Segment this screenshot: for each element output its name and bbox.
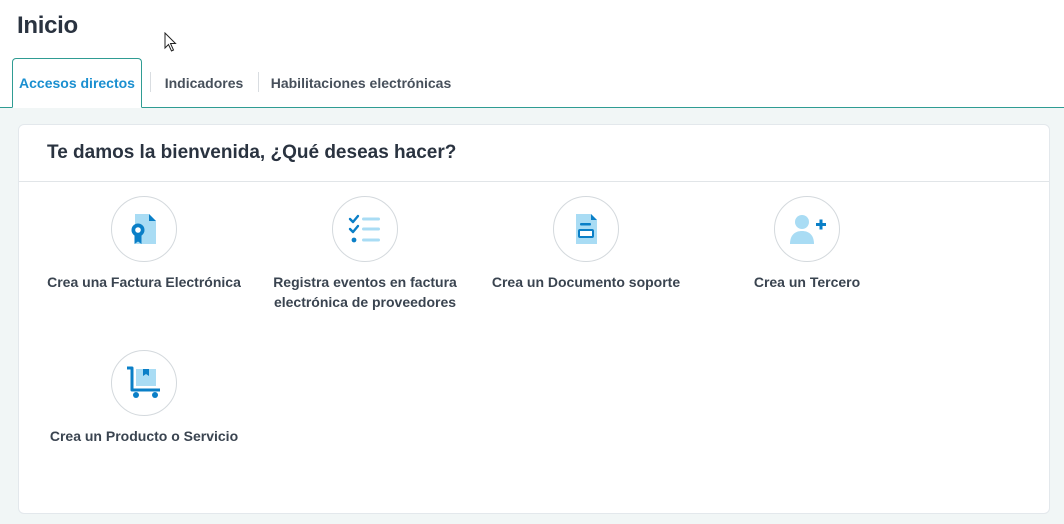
- card-header: Te damos la bienvenida, ¿Qué deseas hace…: [19, 125, 1049, 182]
- tab-label: Accesos directos: [19, 75, 135, 91]
- tab-indicadores[interactable]: Indicadores: [158, 58, 250, 108]
- add-user-icon: [790, 215, 826, 244]
- shortcut-icon-circle: [332, 196, 398, 262]
- shortcut-crea-factura-electronica[interactable]: Crea una Factura Electrónica: [44, 196, 244, 292]
- shortcut-icon-circle: [111, 196, 177, 262]
- shortcut-crea-tercero[interactable]: Crea un Tercero: [707, 196, 907, 292]
- shortcut-crea-producto-servicio[interactable]: Crea un Producto o Servicio: [44, 350, 244, 446]
- tab-divider: [258, 72, 259, 92]
- welcome-card: Te damos la bienvenida, ¿Qué deseas hace…: [18, 124, 1050, 514]
- shortcut-crea-documento-soporte[interactable]: Crea un Documento soporte: [486, 196, 686, 292]
- shortcut-registra-eventos[interactable]: Registra eventos en factura electrónica …: [265, 196, 465, 312]
- card-title: Te damos la bienvenida, ¿Qué deseas hace…: [47, 142, 457, 163]
- invoice-ribbon-icon: [131, 214, 156, 244]
- tab-divider: [150, 72, 151, 92]
- shortcut-icon-circle: [111, 350, 177, 416]
- checklist-icon: [348, 214, 380, 243]
- page-title: Inicio: [17, 12, 78, 39]
- cart-box-icon: [127, 366, 160, 398]
- shortcut-label: Crea una Factura Electrónica: [47, 274, 241, 290]
- shortcut-label: Crea un Producto o Servicio: [49, 428, 239, 444]
- document-icon: [576, 214, 597, 244]
- tab-accesos-directos[interactable]: Accesos directos: [12, 58, 142, 108]
- shortcut-label: Crea un Tercero: [753, 274, 861, 290]
- tab-label: Indicadores: [164, 75, 244, 91]
- tab-label: Habilitaciones electrónicas: [270, 75, 452, 91]
- shortcut-label: Registra eventos en factura electrónica …: [273, 274, 457, 310]
- tab-bar: Accesos directos Indicadores Habilitacio…: [0, 58, 1064, 108]
- shortcut-icon-circle: [553, 196, 619, 262]
- shortcut-icon-circle: [774, 196, 840, 262]
- tab-habilitaciones-electronicas[interactable]: Habilitaciones electrónicas: [266, 58, 456, 108]
- mouse-cursor-icon: [164, 32, 177, 52]
- shortcut-label: Crea un Documento soporte: [491, 274, 681, 290]
